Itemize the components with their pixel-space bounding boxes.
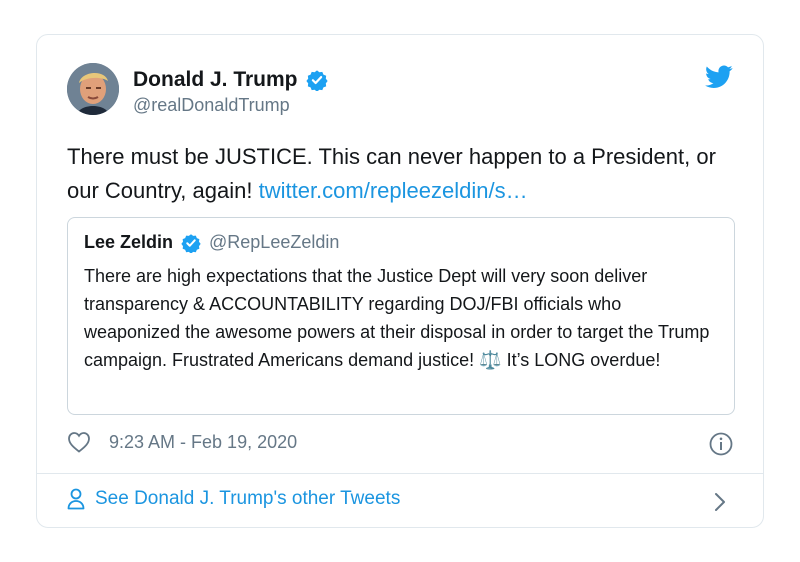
person-icon (67, 488, 85, 510)
avatar[interactable] (67, 63, 119, 115)
quoted-text-part-2: It’s LONG overdue! (501, 350, 661, 370)
quoted-author-handle[interactable]: @RepLeeZeldin (209, 232, 339, 253)
tweet-link[interactable]: twitter.com/repleezeldin/s… (259, 178, 528, 203)
verified-badge-icon (181, 233, 201, 253)
quoted-tweet[interactable]: Lee Zeldin @RepLeeZeldin There are high … (67, 217, 735, 415)
avatar-image (67, 63, 119, 115)
balance-scale-emoji: ⚖️ (479, 350, 502, 370)
heart-icon[interactable] (67, 431, 91, 453)
quoted-tweet-header: Lee Zeldin @RepLeeZeldin (84, 232, 339, 253)
see-other-tweets-label[interactable]: See Donald J. Trump's other Tweets (95, 488, 400, 510)
twitter-bird-icon[interactable] (705, 65, 733, 89)
tweet-meta: 9:23 AM - Feb 19, 2020 (67, 431, 297, 453)
see-other-tweets-link[interactable]: See Donald J. Trump's other Tweets (67, 488, 400, 510)
info-icon[interactable] (709, 432, 733, 456)
chevron-right-icon[interactable] (713, 491, 727, 513)
footer-divider (37, 473, 763, 474)
author-name-row[interactable]: Donald J. Trump (133, 68, 328, 92)
tweet-text: There must be JUSTICE. This can never ha… (67, 140, 747, 208)
quoted-author-name[interactable]: Lee Zeldin (84, 232, 173, 253)
verified-badge-icon (305, 70, 328, 91)
author-display-name[interactable]: Donald J. Trump (133, 68, 298, 92)
tweet-card: Donald J. Trump @realDonaldTrump There m… (36, 34, 764, 528)
quoted-tweet-text: There are high expectations that the Jus… (84, 262, 714, 374)
timestamp[interactable]: 9:23 AM - Feb 19, 2020 (109, 432, 297, 453)
author-handle[interactable]: @realDonaldTrump (133, 95, 290, 116)
